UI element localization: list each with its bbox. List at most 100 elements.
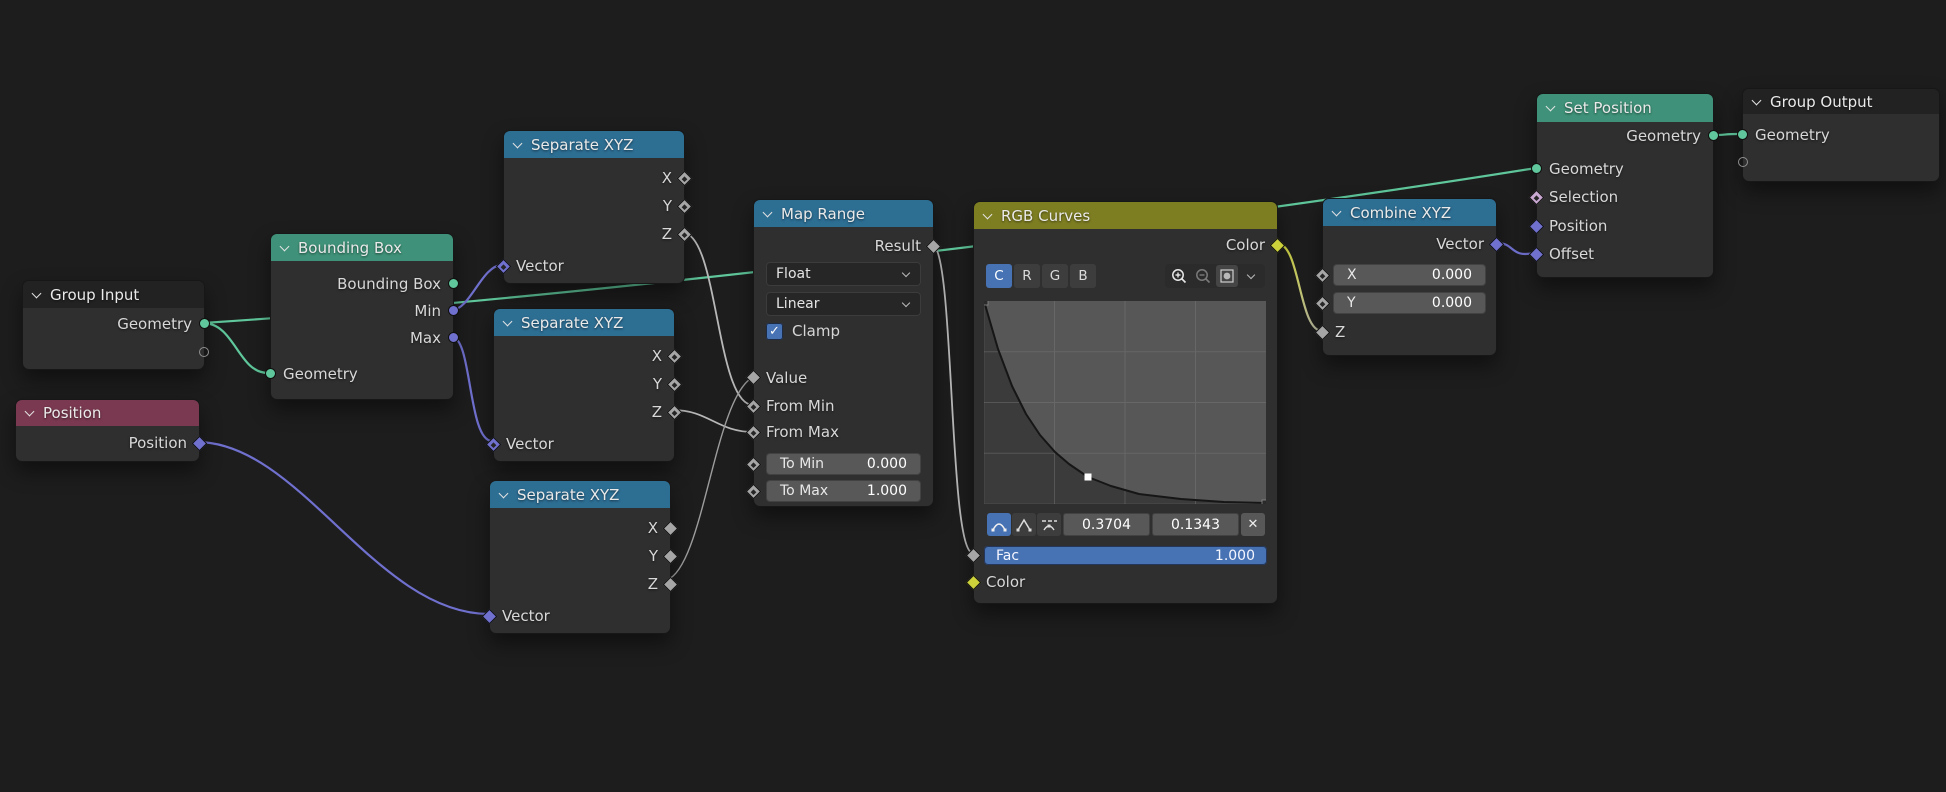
node-position[interactable]: Position Position [15, 399, 200, 462]
collapse-chevron-icon[interactable] [1332, 208, 1342, 218]
channel-button-b[interactable]: B [1070, 264, 1096, 288]
collapse-chevron-icon[interactable] [1546, 103, 1556, 113]
collapse-chevron-icon[interactable] [280, 243, 290, 253]
interpolation-dropdown[interactable]: Linear [766, 292, 921, 316]
to-min-label: To Min [780, 456, 824, 472]
collapse-chevron-icon[interactable] [25, 408, 35, 418]
output-label-z: Z [648, 575, 658, 593]
output-row: Max [271, 324, 453, 352]
node-header[interactable]: Set Position [1537, 94, 1713, 122]
node-title: Map Range [781, 205, 865, 223]
node-header[interactable]: Combine XYZ [1323, 199, 1496, 226]
node-header[interactable]: Separate XYZ [504, 131, 684, 158]
virtual-socket[interactable] [1738, 157, 1748, 167]
node-combine-xyz[interactable]: Combine XYZ Vector X 0.000 Y 0.000 Z [1322, 198, 1497, 356]
socket-bounding-box-output[interactable] [448, 278, 459, 289]
output-label-y: Y [663, 197, 672, 215]
chevron-down-icon [902, 300, 911, 309]
node-header[interactable]: Group Input [23, 281, 204, 308]
curve-point-end[interactable] [1262, 500, 1266, 504]
collapse-chevron-icon[interactable] [499, 490, 509, 500]
checkbox-checked-icon[interactable]: ✓ [766, 323, 783, 340]
collapse-chevron-icon[interactable] [503, 318, 513, 328]
output-row: Geometry [23, 310, 204, 338]
collapse-chevron-icon[interactable] [983, 211, 993, 221]
node-map-range[interactable]: Map Range Result Float Linear ✓ Clamp Va… [753, 199, 934, 507]
node-title: Bounding Box [298, 239, 402, 257]
socket-geometry-output[interactable] [1708, 130, 1719, 141]
input-label-geometry: Geometry [1755, 126, 1830, 144]
fac-slider[interactable]: Fac 1.000 [984, 546, 1267, 565]
node-header[interactable]: Separate XYZ [490, 481, 670, 508]
node-header[interactable]: Position [16, 400, 199, 426]
zoom-out-icon[interactable] [1192, 265, 1214, 287]
socket-geometry-input[interactable] [1531, 163, 1542, 174]
socket-geometry-input[interactable] [1737, 129, 1748, 140]
socket-geometry-output[interactable] [199, 318, 210, 329]
point-x-field[interactable]: 0.3704 [1063, 513, 1150, 536]
curve-point-start[interactable] [984, 301, 988, 305]
output-row: Min [271, 297, 453, 325]
point-y-field[interactable]: 0.1343 [1152, 513, 1239, 536]
channel-button-c[interactable]: C [986, 264, 1012, 288]
node-header[interactable]: Bounding Box [271, 234, 453, 261]
delete-point-button[interactable]: ✕ [1241, 513, 1265, 536]
output-label-bounding-box: Bounding Box [337, 275, 441, 293]
chevron-down-icon [902, 270, 911, 279]
node-group-input[interactable]: Group Input Geometry [22, 280, 205, 370]
output-label-vector: Vector [1436, 235, 1484, 253]
socket-geometry-input[interactable] [265, 368, 276, 379]
handle-auto-button[interactable] [987, 513, 1011, 536]
collapse-chevron-icon[interactable] [763, 209, 773, 219]
input-label-position: Position [1549, 217, 1607, 235]
output-label-geometry: Geometry [117, 315, 192, 333]
node-header[interactable]: Group Output [1743, 89, 1939, 114]
curve-widget[interactable] [984, 301, 1266, 508]
channel-button-g[interactable]: G [1042, 264, 1068, 288]
curve-graph[interactable] [984, 301, 1266, 504]
node-separate-xyz-3[interactable]: Separate XYZ X Y Z Vector [489, 480, 671, 634]
curve-tools-chevron-icon[interactable] [1240, 265, 1262, 287]
zoom-in-icon[interactable] [1168, 265, 1190, 287]
channel-buttons: C R G B [986, 264, 1096, 288]
node-group-output[interactable]: Group Output Geometry [1742, 88, 1940, 182]
collapse-chevron-icon[interactable] [32, 290, 42, 300]
node-separate-xyz-1[interactable]: Separate XYZ X Y Z Vector [503, 130, 685, 284]
node-editor-canvas[interactable]: Group Input Geometry Position Position B… [0, 0, 1946, 792]
node-separate-xyz-2[interactable]: Separate XYZ X Y Z Vector [493, 308, 675, 462]
socket-min-output[interactable] [448, 305, 459, 316]
virtual-socket[interactable] [199, 347, 209, 357]
curve-point-selected[interactable] [1085, 474, 1092, 481]
collapse-chevron-icon[interactable] [513, 140, 523, 150]
input-label-color: Color [986, 573, 1025, 591]
node-title: Separate XYZ [517, 486, 619, 504]
output-label-result: Result [875, 237, 921, 255]
input-label-z: Z [1335, 323, 1345, 341]
channel-button-r[interactable]: R [1014, 264, 1040, 288]
data-type-dropdown[interactable]: Float [766, 262, 921, 286]
input-label-vector: Vector [516, 257, 564, 275]
output-label-geometry: Geometry [1626, 127, 1701, 145]
output-label-x: X [648, 519, 658, 537]
node-set-position[interactable]: Set Position Geometry Geometry Selection… [1536, 93, 1714, 278]
clamp-checkbox-row[interactable]: ✓ Clamp [766, 322, 840, 340]
input-label-offset: Offset [1549, 245, 1594, 263]
output-label-x: X [652, 347, 662, 365]
node-rgb-curves[interactable]: RGB Curves Color C R G B [973, 201, 1278, 604]
y-field[interactable]: Y 0.000 [1333, 292, 1486, 314]
to-max-field[interactable]: To Max 1.000 [766, 480, 921, 502]
socket-max-output[interactable] [448, 332, 459, 343]
handle-vector-button[interactable] [1012, 513, 1036, 536]
to-min-field[interactable]: To Min 0.000 [766, 453, 921, 475]
handle-auto-clamped-button[interactable] [1037, 513, 1061, 536]
node-header[interactable]: Map Range [754, 200, 933, 227]
point-x-value: 0.3704 [1082, 517, 1131, 533]
output-row: Bounding Box [271, 270, 453, 298]
collapse-chevron-icon[interactable] [1752, 97, 1762, 107]
node-header[interactable]: RGB Curves [974, 202, 1277, 229]
output-label-y: Y [653, 375, 662, 393]
node-bounding-box[interactable]: Bounding Box Bounding Box Min Max Geomet… [270, 233, 454, 400]
x-field[interactable]: X 0.000 [1333, 264, 1486, 286]
node-header[interactable]: Separate XYZ [494, 309, 674, 336]
clipping-options-icon[interactable] [1216, 265, 1238, 287]
